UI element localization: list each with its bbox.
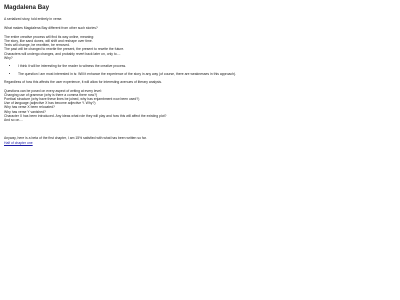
page-title: Magdalena Bay (4, 4, 50, 11)
process-paragraph: The entire creative process will find it… (4, 35, 396, 60)
reasons-list: I think it will be interesting for the r… (4, 64, 396, 76)
closing-paragraph: Anyway, here is a beta of the first chap… (4, 136, 396, 144)
intro-text: A serialized story, told entirely in ver… (4, 17, 63, 22)
question-text: What makes Magdalena Bay different from … (4, 26, 98, 31)
chapter-one-link[interactable]: Half of chapter one (4, 141, 396, 145)
document-page: Magdalena Bay A serialized story, told e… (4, 4, 396, 145)
regardless-text: Regardless of how this affects the user … (4, 79, 163, 84)
list-item: The question I am most interested in is:… (18, 72, 396, 76)
list-item: I think it will be interesting for the r… (18, 64, 396, 68)
analysis-line: And so on.... (4, 118, 24, 123)
analysis-paragraph: Questions can be posed on every aspect o… (4, 89, 396, 123)
process-line: Why? (4, 55, 13, 60)
